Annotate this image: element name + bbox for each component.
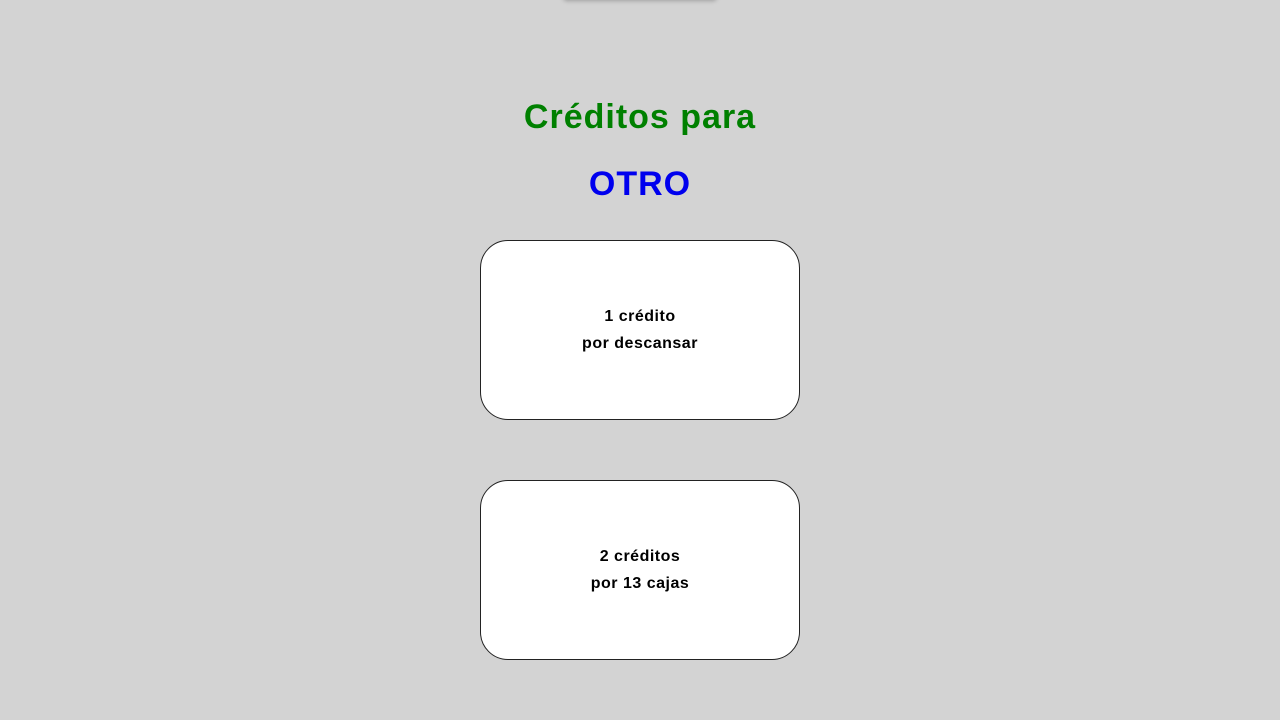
credit-option-reason: por 13 cajas (590, 575, 690, 592)
subject-name: OTRO (588, 165, 692, 203)
credit-option-reason: por descansar (582, 335, 698, 352)
credit-option-amount: 1 crédito (604, 308, 676, 325)
credit-option-amount: 2 créditos (599, 548, 681, 565)
credit-option-boxes-button[interactable]: 2 créditos por 13 cajas (480, 480, 800, 660)
credit-option-rest-button[interactable]: 1 crédito por descansar (480, 240, 800, 420)
page-title: Créditos para (523, 98, 757, 136)
